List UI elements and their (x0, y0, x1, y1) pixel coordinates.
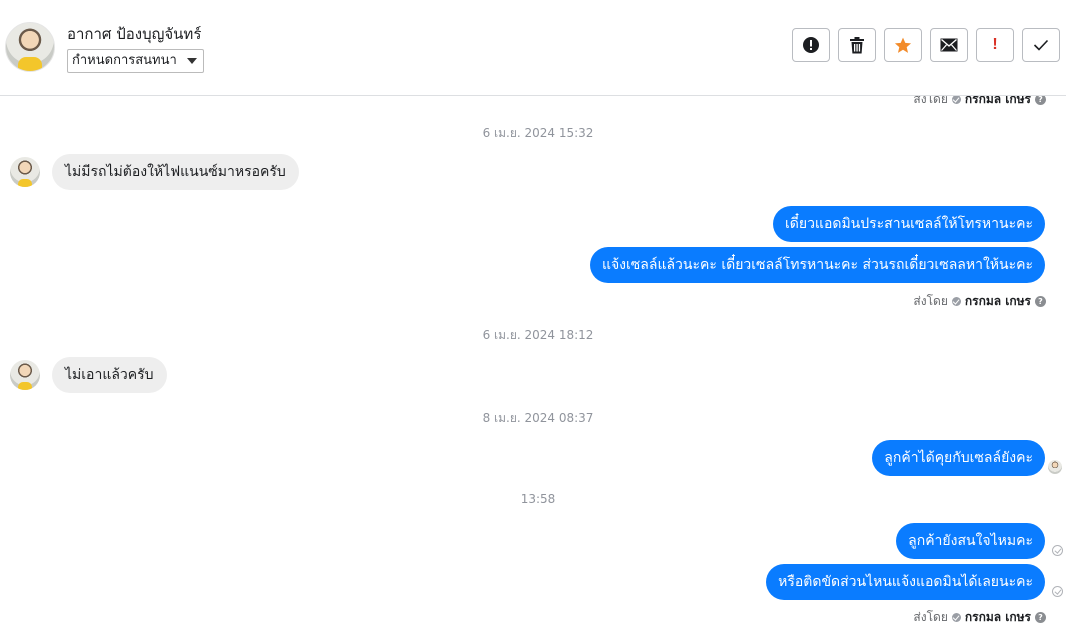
caret-down-icon (186, 58, 197, 64)
check-icon (1033, 39, 1049, 51)
message-row-incoming: ไม่เอาแล้วครับ (10, 357, 167, 393)
envelope-icon (940, 38, 958, 52)
timestamp: 13:58 (520, 492, 556, 506)
sent-by-label: ส่งโดย (913, 96, 948, 106)
incoming-message[interactable]: ไม่เอาแล้วครับ (52, 357, 167, 393)
help-icon[interactable]: ? (1035, 296, 1046, 307)
sent-by-info: ส่งโดย กรกมล เกษร ? (913, 608, 1046, 627)
verified-icon (951, 613, 961, 622)
email-button[interactable] (930, 28, 968, 62)
contact-avatar-small[interactable] (10, 157, 40, 187)
mark-important-button[interactable]: ! (976, 28, 1014, 62)
help-icon[interactable]: ? (1035, 612, 1046, 623)
seen-indicator-avatar (1048, 460, 1062, 474)
verified-icon (951, 96, 961, 104)
trash-icon (850, 36, 864, 53)
sender-name[interactable]: กรกมล เกษร (965, 292, 1031, 311)
incoming-message[interactable]: ไม่มีรถไม่ต้องให้ไฟแนนซ์มาหรอครับ (52, 154, 299, 190)
outgoing-message[interactable]: ลูกค้ายังสนใจไหมคะ (896, 523, 1045, 559)
verified-icon (951, 297, 961, 306)
sent-by-label: ส่งโดย (913, 610, 948, 624)
contact-avatar-small[interactable] (10, 360, 40, 390)
mark-spam-button[interactable] (792, 28, 830, 62)
message-row-incoming: ไม่มีรถไม่ต้องให้ไฟแนนซ์มาหรอครับ (10, 154, 299, 190)
status-select-label: กำหนดการสนทนา (72, 53, 177, 68)
contact-name[interactable]: อากาศ ป้องบุญจันทร์ (67, 22, 201, 46)
message-thread[interactable]: ส่งโดย กรกมล เกษร ? 6 เม.ย. 2024 15:32 ไ… (0, 96, 1066, 642)
star-button[interactable] (884, 28, 922, 62)
exclamation-icon: ! (992, 36, 998, 53)
delivered-check-icon (1052, 586, 1063, 597)
delivered-check-icon (1052, 545, 1063, 556)
sender-name[interactable]: กรกมล เกษร (965, 608, 1031, 627)
sent-by-info: ส่งโดย กรกมล เกษร ? (913, 292, 1046, 311)
timestamp: 6 เม.ย. 2024 15:32 (482, 126, 594, 140)
sent-by-info: ส่งโดย กรกมล เกษร ? (913, 96, 1046, 109)
outgoing-message[interactable]: แจ้งเซลล์แล้วนะคะ เดี๋ยวเซลล์โทรหานะคะ ส… (589, 247, 1045, 283)
help-icon[interactable]: ? (1035, 96, 1046, 105)
conversation-toolbar: ! (792, 28, 1060, 62)
conversation-status-select[interactable]: กำหนดการสนทนา (67, 49, 204, 73)
timestamp: 6 เม.ย. 2024 18:12 (482, 328, 594, 342)
conversation-header: อากาศ ป้องบุญจันทร์ กำหนดการสนทนา ! (0, 0, 1066, 96)
alert-circle-icon (803, 37, 819, 53)
outgoing-message[interactable]: เดี๋ยวแอดมินประสานเซลล์ให้โทรหานะคะ (772, 206, 1045, 242)
mark-done-button[interactable] (1022, 28, 1060, 62)
delete-button[interactable] (838, 28, 876, 62)
contact-avatar[interactable] (5, 22, 55, 72)
timestamp: 8 เม.ย. 2024 08:37 (482, 411, 594, 425)
star-icon (894, 37, 912, 53)
sent-by-label: ส่งโดย (913, 294, 948, 308)
outgoing-message[interactable]: หรือติดขัดส่วนไหนแจ้งแอดมินได้เลยนะคะ (766, 564, 1045, 600)
outgoing-message[interactable]: ลูกค้าได้คุยกับเซลล์ยังคะ (872, 440, 1045, 476)
sender-name[interactable]: กรกมล เกษร (965, 96, 1031, 109)
